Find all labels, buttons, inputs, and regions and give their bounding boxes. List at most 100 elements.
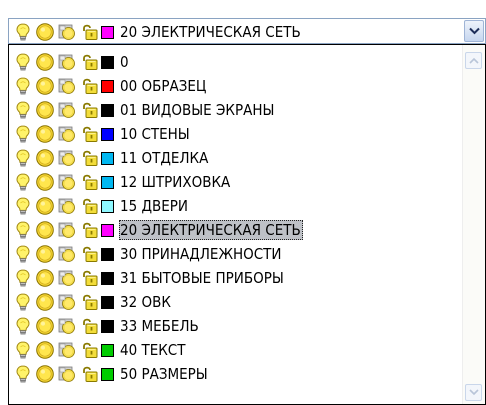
viewport-sun-icon[interactable] [57,292,77,312]
layer-color-swatch[interactable] [101,151,114,165]
layer-list-item[interactable]: 10 СТЕНЫ [9,122,462,146]
viewport-sun-icon[interactable] [57,100,77,120]
padlock-icon[interactable] [79,340,99,360]
layer-list-item[interactable]: 11 ОТДЕЛКА [9,146,462,170]
layer-color-swatch[interactable] [101,319,114,333]
sun-icon[interactable] [35,292,55,312]
padlock-icon[interactable] [79,196,99,216]
lightbulb-icon[interactable] [13,76,33,96]
padlock-icon[interactable] [79,22,99,42]
sun-icon[interactable] [35,172,55,192]
lightbulb-icon[interactable] [13,100,33,120]
layer-color-swatch[interactable] [101,295,114,309]
chevron-down-icon [469,389,479,396]
viewport-sun-icon[interactable] [57,172,77,192]
padlock-icon[interactable] [79,292,99,312]
layer-list-item[interactable]: 00 ОБРАЗЕЦ [9,74,462,98]
layer-list-item[interactable]: 32 ОВК [9,290,462,314]
lightbulb-icon[interactable] [13,220,33,240]
viewport-sun-icon[interactable] [57,52,77,72]
layer-list-item[interactable]: 20 ЭЛЕКТРИЧЕСКАЯ СЕТЬ [9,218,462,242]
lightbulb-icon[interactable] [13,148,33,168]
padlock-icon[interactable] [79,364,99,384]
layer-name-label: 0 [120,53,129,71]
viewport-sun-icon[interactable] [57,316,77,336]
layer-combo-box[interactable]: 20 ЭЛЕКТРИЧЕСКАЯ СЕТЬ [8,18,486,44]
selected-layer-label: 20 ЭЛЕКТРИЧЕСКАЯ СЕТЬ [120,23,301,41]
layer-color-swatch[interactable] [101,343,114,357]
layer-dropdown-list[interactable]: 0 00 ОБРАЗЕЦ 01 ВИДОВЫЕ ЭКРАНЫ 10 СТЕНЫ 11 О… [8,44,486,405]
padlock-icon[interactable] [79,244,99,264]
layer-list-item[interactable]: 12 ШТРИХОВКА [9,170,462,194]
sun-icon[interactable] [35,220,55,240]
layer-list-item[interactable]: 01 ВИДОВЫЕ ЭКРАНЫ [9,98,462,122]
sun-icon[interactable] [35,124,55,144]
layer-color-swatch[interactable] [101,79,114,93]
viewport-sun-icon[interactable] [57,124,77,144]
layer-list-item[interactable]: 33 МЕБЕЛЬ [9,314,462,338]
padlock-icon[interactable] [79,172,99,192]
lightbulb-icon[interactable] [13,172,33,192]
sun-icon[interactable] [35,148,55,168]
layer-color-swatch[interactable] [101,247,114,261]
viewport-sun-icon[interactable] [57,22,77,42]
padlock-icon[interactable] [79,148,99,168]
lightbulb-icon[interactable] [13,364,33,384]
layer-list-item[interactable]: 40 ТЕКСТ [9,338,462,362]
layer-color-swatch[interactable] [101,199,114,213]
sun-icon[interactable] [35,268,55,288]
layer-color-swatch[interactable] [101,103,114,117]
padlock-icon[interactable] [79,52,99,72]
layer-color-swatch[interactable] [101,367,114,381]
viewport-sun-icon[interactable] [57,196,77,216]
layer-name-label: 15 ДВЕРИ [120,197,189,215]
sun-icon[interactable] [35,340,55,360]
vertical-scrollbar[interactable] [462,45,485,404]
layer-color-swatch[interactable] [101,175,114,189]
viewport-sun-icon[interactable] [57,244,77,264]
padlock-icon[interactable] [79,268,99,288]
sun-icon[interactable] [35,244,55,264]
viewport-sun-icon[interactable] [57,220,77,240]
lightbulb-icon[interactable] [13,52,33,72]
lightbulb-icon[interactable] [13,244,33,264]
lightbulb-icon[interactable] [13,316,33,336]
viewport-sun-icon[interactable] [57,340,77,360]
padlock-icon[interactable] [79,220,99,240]
scroll-up-button[interactable] [465,52,482,69]
padlock-icon[interactable] [79,124,99,144]
lightbulb-icon[interactable] [13,292,33,312]
layer-name-label: 11 ОТДЕЛКА [120,149,209,167]
layer-color-swatch[interactable] [101,25,114,39]
viewport-sun-icon[interactable] [57,76,77,96]
sun-icon[interactable] [35,364,55,384]
layer-list-item[interactable]: 30 ПРИНАДЛЕЖНОСТИ [9,242,462,266]
sun-icon[interactable] [35,52,55,72]
sun-icon[interactable] [35,76,55,96]
lightbulb-icon[interactable] [13,268,33,288]
viewport-sun-icon[interactable] [57,364,77,384]
layer-list-item[interactable]: 50 РАЗМЕРЫ [9,362,462,386]
dropdown-arrow-button[interactable] [464,20,484,42]
viewport-sun-icon[interactable] [57,268,77,288]
lightbulb-icon[interactable] [13,22,33,42]
sun-icon[interactable] [35,196,55,216]
lightbulb-icon[interactable] [13,196,33,216]
padlock-icon[interactable] [79,316,99,336]
viewport-sun-icon[interactable] [57,148,77,168]
layer-list-item[interactable]: 31 БЫТОВЫЕ ПРИБОРЫ [9,266,462,290]
lightbulb-icon[interactable] [13,340,33,360]
sun-icon[interactable] [35,22,55,42]
layer-color-swatch[interactable] [101,223,114,237]
layer-list-item[interactable]: 15 ДВЕРИ [9,194,462,218]
sun-icon[interactable] [35,316,55,336]
layer-color-swatch[interactable] [101,271,114,285]
scroll-down-button[interactable] [465,384,482,401]
sun-icon[interactable] [35,100,55,120]
padlock-icon[interactable] [79,100,99,120]
padlock-icon[interactable] [79,76,99,96]
layer-color-swatch[interactable] [101,55,114,69]
layer-color-swatch[interactable] [101,127,114,141]
lightbulb-icon[interactable] [13,124,33,144]
layer-list-item[interactable]: 0 [9,50,462,74]
